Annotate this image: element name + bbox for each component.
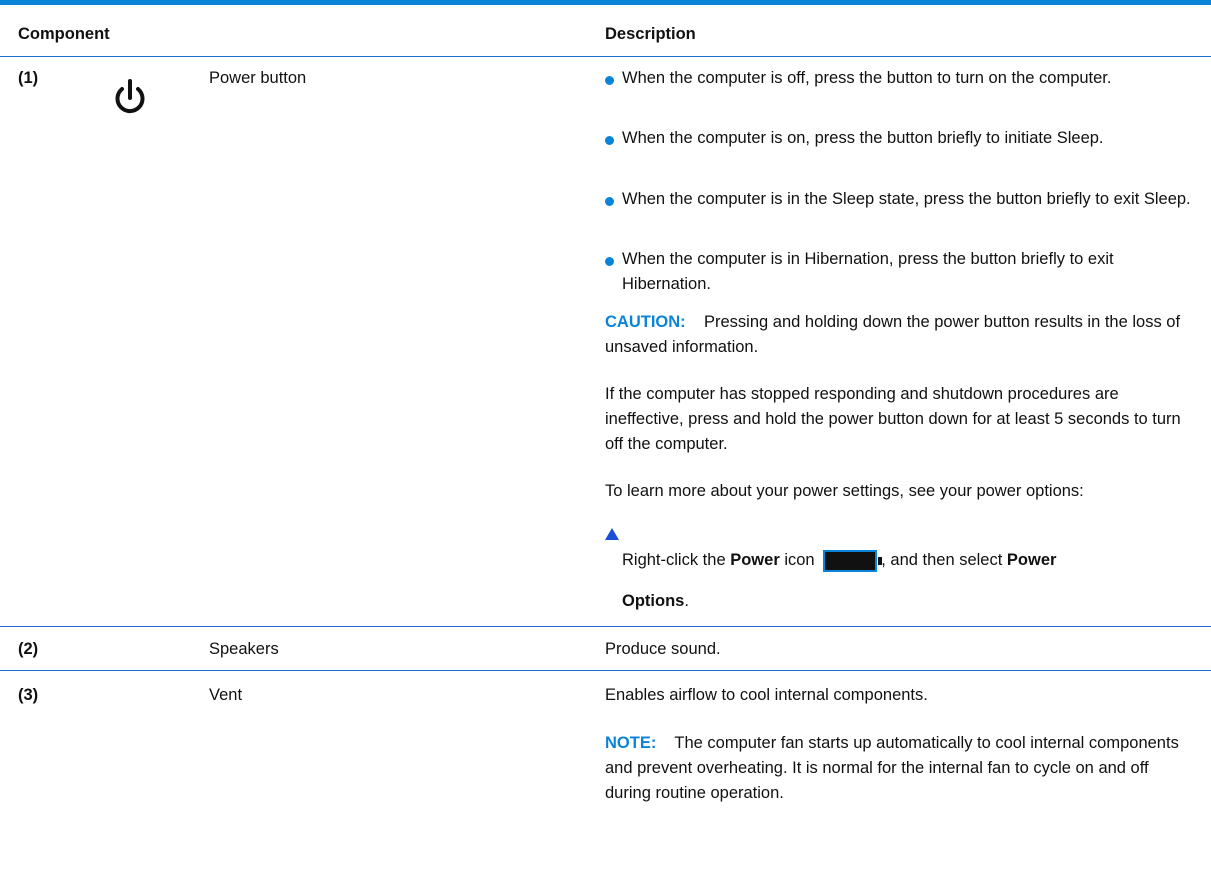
row-divider bbox=[0, 626, 1211, 627]
note: NOTE: The computer fan starts up automat… bbox=[605, 731, 1195, 806]
step-bold: Power bbox=[1006, 551, 1057, 569]
note-text: The computer fan starts up automatically… bbox=[605, 734, 1179, 802]
header-component: Component bbox=[18, 25, 110, 43]
header-description: Description bbox=[605, 25, 696, 43]
step-instruction-end: Options. bbox=[622, 589, 689, 614]
step-text: , and then select bbox=[881, 551, 1003, 569]
caution-note: CAUTION: Pressing and holding down the p… bbox=[605, 310, 1195, 360]
bullet-text: When the computer is off, press the butt… bbox=[622, 69, 1112, 87]
component-name: Speakers bbox=[209, 640, 279, 658]
bullet-icon bbox=[605, 136, 614, 145]
battery-icon bbox=[823, 549, 883, 572]
note-label: NOTE: bbox=[605, 734, 657, 752]
bullet-text: When the computer is in the Sleep state,… bbox=[622, 190, 1191, 208]
caution-text: Pressing and holding down the power butt… bbox=[605, 313, 1181, 356]
component-description: Produce sound. bbox=[605, 640, 721, 658]
paragraph-responding: If the computer has stopped responding a… bbox=[605, 385, 1181, 453]
power-icon bbox=[112, 78, 148, 118]
bullet-icon bbox=[605, 197, 614, 206]
table-top-rule bbox=[0, 0, 1211, 5]
paragraph-power-settings: To learn more about your power settings,… bbox=[605, 482, 1084, 500]
component-description: Enables airflow to cool internal compone… bbox=[605, 686, 928, 704]
step-text: icon bbox=[784, 551, 815, 569]
row-number: (1) bbox=[18, 69, 39, 87]
step-instruction: Right-click the Power icon , and then se… bbox=[622, 546, 1202, 574]
caution-label: CAUTION: bbox=[605, 313, 686, 331]
component-name: Vent bbox=[209, 686, 243, 704]
row-number: (2) bbox=[18, 640, 39, 658]
header-divider bbox=[0, 56, 1211, 57]
step-text: . bbox=[684, 592, 689, 610]
component-name: Power button bbox=[209, 69, 307, 87]
step-triangle-icon bbox=[605, 528, 619, 540]
row-divider bbox=[0, 670, 1211, 671]
bullet-icon bbox=[605, 257, 614, 266]
bullet-text: When the computer is on, press the butto… bbox=[622, 129, 1104, 147]
step-bold: Options bbox=[622, 592, 685, 610]
step-text: Right-click the bbox=[622, 551, 726, 569]
bullet-icon bbox=[605, 76, 614, 85]
step-bold: Power bbox=[730, 551, 780, 569]
row-number: (3) bbox=[18, 686, 39, 704]
bullet-text: When the computer is in Hibernation, pre… bbox=[622, 250, 1114, 293]
